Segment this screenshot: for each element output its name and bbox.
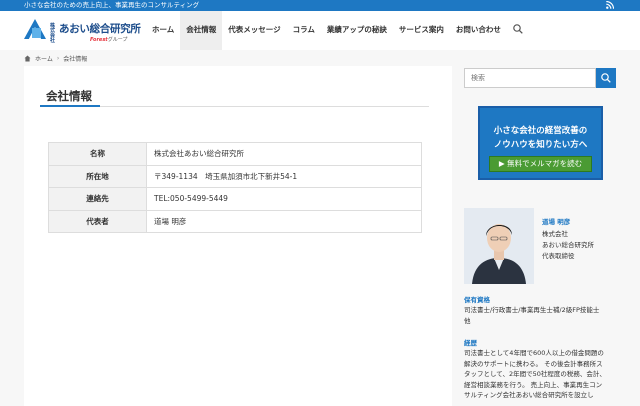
header-search-button[interactable] [507,11,529,50]
career-line: タッフとして、2年間で50社程度の税務、会計、 [464,370,606,378]
logo-mark-accent [32,28,41,38]
nav-item-services[interactable]: サービス案内 [393,11,450,50]
logo-group: Forestグループ [90,36,127,43]
profile-company-2: あおい総合研究所 [542,241,594,249]
logo-corp-label: 株式会社 [50,23,56,44]
table-row: 連絡先 TEL:050-5499-5449 [48,187,422,211]
info-value: 道場 明彦 [146,209,422,233]
nav-item-company[interactable]: 会社情報 [180,11,223,50]
banner-line-2: ノウハウを知りたい方へ [493,140,588,150]
career-line: 経営相談業務を行う。 売上向上、事業再生コン [464,380,603,389]
breadcrumb-home[interactable]: ホーム [35,54,53,63]
sidebar-search [464,68,616,88]
site-logo[interactable]: 株式会社 あおい総合研究所 Forestグループ [24,18,141,44]
search-icon [513,24,523,34]
info-value: 株式会社あおい総合研究所 [146,142,422,166]
table-row: 所在地 〒349-1134 埼玉県加須市北下新井54-1 [48,164,422,188]
logo-group-brand: Forest [90,37,108,43]
newsletter-banner[interactable]: 小さな会社の経営改善の ノウハウを知りたい方へ ▶ 無料でメルマガを読む [478,106,603,180]
company-info-table: 名称 株式会社あおい総合研究所 所在地 〒349-1134 埼玉県加須市北下新井… [48,142,422,233]
nav-item-column[interactable]: コラム [287,11,321,50]
breadcrumb-current: 会社情報 [63,55,88,63]
avatar [464,208,534,284]
search-icon [601,73,611,83]
title-underline [40,105,100,107]
career-line: 解決のサポートに携わる。 その後会計事務所ス [464,359,603,368]
nav-item-contact[interactable]: お問い合わせ [450,11,507,50]
search-submit-button[interactable] [596,68,616,88]
top-bar: 小さな会社のための売上向上、事業再生のコンサルティング [0,0,640,11]
career-line: サルティング会社あおい総合研究所を設立し [464,391,594,399]
logo-group-suffix: グループ [107,37,128,43]
main-nav: ホーム 会社情報 代表メッセージ コラム 業績アップの秘訣 サービス案内 お問い… [146,11,529,50]
newsletter-cta-button[interactable]: ▶ 無料でメルマガを読む [489,156,592,172]
nav-item-home[interactable]: ホーム [146,11,180,50]
info-value: TEL:050-5499-5449 [146,187,422,211]
info-key: 所在地 [48,164,147,188]
career-line: 司法書士として4年間で600人以上の借金問題の [464,349,604,357]
site-header: 株式会社 あおい総合研究所 Forestグループ ホーム 会社情報 代表メッセー… [0,11,640,50]
main-content: 会社情報 名称 株式会社あおい総合研究所 所在地 〒349-1134 埼玉県加須… [24,66,452,406]
qualifications-text-2: 他 [464,317,471,325]
qualifications-text: 司法書士/行政書士/事業再生士補/2級FP技能士 [464,306,600,314]
breadcrumb: ホーム › 会社情報 [24,52,87,64]
qualifications-heading: 保有資格 [464,296,490,304]
chevron-right-icon: › [56,54,60,62]
logo-name: あおい総合研究所 [59,23,141,35]
profile-name: 道場 明彦 [542,218,571,226]
info-key: 連絡先 [48,187,147,211]
banner-line-1: 小さな会社の経営改善の [493,126,588,136]
info-key: 代表者 [48,209,147,233]
table-row: 代表者 道場 明彦 [48,209,422,233]
info-value: 〒349-1134 埼玉県加須市北下新井54-1 [146,164,422,188]
search-input[interactable] [464,68,596,88]
home-icon [24,55,31,61]
person-photo-icon [464,208,534,284]
nav-item-secrets[interactable]: 業績アップの秘訣 [321,11,393,50]
table-row: 名称 株式会社あおい総合研究所 [48,142,422,166]
profile-company-1: 株式会社 [542,230,568,238]
info-key: 名称 [48,142,147,166]
nav-item-message[interactable]: 代表メッセージ [222,11,286,50]
profile-role: 代表取締役 [542,252,575,260]
page-title: 会社情報 [46,89,92,103]
career-heading: 経歴 [464,339,477,347]
rss-icon[interactable] [606,1,614,9]
tagline: 小さな会社のための売上向上、事業再生のコンサルティング [24,1,200,9]
